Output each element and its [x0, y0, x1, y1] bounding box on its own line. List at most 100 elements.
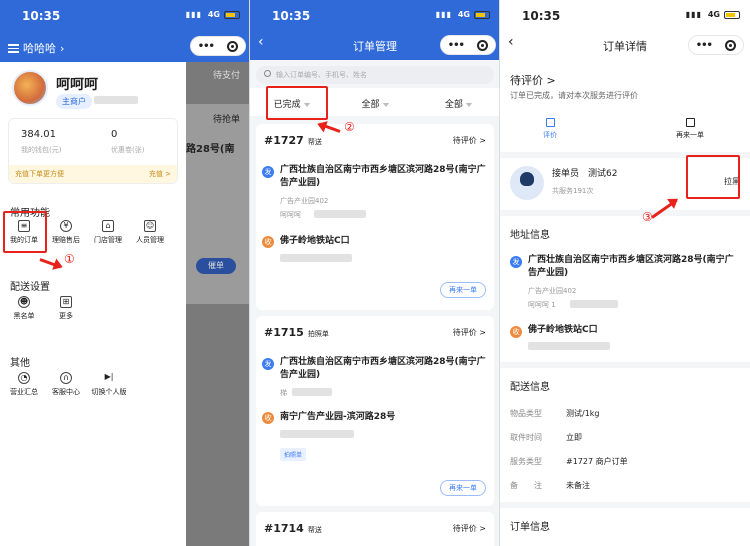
- recharge-link[interactable]: 充值 >: [149, 169, 171, 179]
- search-icon: [264, 70, 271, 77]
- courier-avatar: [510, 166, 544, 200]
- order-tag: 拍照单: [280, 448, 307, 461]
- close-miniprogram-icon[interactable]: [227, 40, 239, 52]
- shop-switcher[interactable]: 哈哈哈 ›: [8, 40, 64, 56]
- delivery-key: 物品类型: [510, 409, 542, 418]
- redacted-contact: [528, 342, 610, 350]
- courier-label: 接单员: [552, 169, 580, 179]
- section-other-title: 其他: [10, 358, 30, 369]
- menu-claims[interactable]: ¥ 理赔售后: [46, 220, 86, 245]
- menu-switch-personal[interactable]: ▶| 切换个人版: [86, 372, 132, 397]
- pending-title[interactable]: 待评价 >: [510, 72, 556, 88]
- coupon-value: 0: [111, 129, 118, 140]
- yen-icon: ¥: [60, 220, 72, 232]
- recharge-tip[interactable]: 充值下单更方便 充值 >: [9, 165, 177, 183]
- action-label: 再来一单: [676, 131, 704, 139]
- order-status[interactable]: 待评价 >: [453, 523, 486, 534]
- copy-icon: [685, 118, 695, 127]
- chevron-right-icon: ›: [60, 41, 65, 55]
- signal-icon: ▮▮▮: [185, 10, 202, 19]
- step-marker-1: ①: [64, 252, 75, 266]
- courier-name: 接单员 测试62: [552, 166, 617, 179]
- grid-icon: ⊞: [60, 296, 72, 308]
- miniprogram-capsule[interactable]: •••: [190, 36, 246, 56]
- menu-store-management[interactable]: ⌂ 门店管理: [88, 220, 128, 245]
- caret-down-icon: [465, 102, 472, 107]
- more-icon[interactable]: •••: [696, 40, 713, 51]
- store-icon: ⌂: [102, 220, 114, 232]
- side-drawer: 呵呵呵 主商户 384.01 我的钱包(元) 0 优惠卷(张) 充值下单更方便 …: [0, 62, 186, 546]
- miniprogram-capsule[interactable]: •••: [688, 35, 744, 55]
- order-info-block: 订单信息: [500, 508, 750, 546]
- step-marker-2: ②: [344, 120, 355, 134]
- signal-icon: ▮▮▮: [685, 10, 702, 19]
- search-input[interactable]: 输入订单编号、手机号、姓名: [256, 66, 494, 84]
- menu-icon: [8, 43, 19, 53]
- delivery-key: 备 注: [510, 481, 542, 490]
- signal-icon: ▮▮▮: [435, 10, 452, 19]
- sender-pin-icon: 发: [262, 166, 274, 178]
- reorder-button[interactable]: 再来一单: [440, 480, 486, 496]
- filter-label: 全部: [444, 100, 463, 110]
- sender-detail: 广告产业园402: [280, 197, 329, 205]
- order-type: 帮送: [307, 138, 322, 146]
- status-bar: 10:35 ▮▮▮ 4G: [250, 0, 499, 30]
- menu-label: 人员管理: [136, 236, 164, 244]
- delivery-value: 测试/1kg: [566, 409, 600, 418]
- step-marker-3: ③: [642, 210, 653, 224]
- reorder-button[interactable]: 再来一单: [440, 282, 486, 298]
- menu-label: 理赔售后: [52, 236, 80, 244]
- pie-chart-icon: ◔: [18, 372, 30, 384]
- order-id: #1714: [264, 522, 304, 535]
- menu-blacklist[interactable]: ☻ 黑名单: [4, 296, 44, 321]
- user-name: 呵呵呵: [56, 77, 98, 93]
- wallet-card[interactable]: 384.01 我的钱包(元) 0 优惠卷(张) 充值下单更方便 充值 >: [8, 118, 178, 184]
- status-bar: 10:35 ▮▮▮ 4G: [500, 0, 750, 30]
- more-icon[interactable]: •••: [448, 40, 465, 51]
- menu-label: 更多: [59, 312, 73, 320]
- skip-icon: ▶|: [104, 372, 114, 381]
- delivery-value: #1727 商户订单: [566, 457, 628, 466]
- address-title: 地址信息: [510, 230, 550, 241]
- behind-urge-button: 催单: [196, 258, 236, 274]
- courier-served: 共服务191次: [552, 187, 594, 195]
- order-card[interactable]: #1727 帮送 待评价 > 发 广西壮族自治区南宁市西乡塘区滨河路28号(南宁广…: [256, 124, 494, 310]
- delivery-row: 服务类型 #1727 商户订单: [510, 456, 628, 467]
- reorder-button[interactable]: 再来一单: [660, 118, 720, 140]
- more-icon[interactable]: •••: [198, 41, 215, 52]
- order-status[interactable]: 待评价 >: [453, 135, 486, 146]
- delivery-row: 备 注 未备注: [510, 480, 590, 491]
- behind-order-card: [186, 104, 249, 304]
- close-miniprogram-icon[interactable]: [725, 39, 737, 51]
- delivery-value: 立即: [566, 433, 582, 442]
- menu-more[interactable]: ⊞ 更多: [46, 296, 86, 321]
- user-role-badge: 主商户: [56, 94, 92, 109]
- review-button[interactable]: 评价: [520, 118, 580, 140]
- order-id: #1727: [264, 134, 304, 147]
- menu-staff-management[interactable]: ☺ 人员管理: [130, 220, 170, 245]
- sender-contact: 呵呵呵 1: [528, 301, 556, 309]
- behind-status: 待抢单: [212, 115, 240, 125]
- battery-icon: [224, 11, 240, 19]
- order-status[interactable]: 待评价 >: [453, 327, 486, 338]
- order-card[interactable]: #1715 拍照单 待评价 > 发 广西壮族自治区南宁市西乡塘区滨河路28号(南宁…: [256, 316, 494, 506]
- person-card-icon: ☺: [144, 220, 156, 232]
- delivery-title: 配送信息: [510, 382, 550, 393]
- menu-customer-service[interactable]: ∩ 客服中心: [46, 372, 86, 397]
- caret-down-icon: [382, 102, 389, 107]
- behind-address: 路28号(南: [186, 144, 235, 155]
- battery-icon: [724, 11, 740, 19]
- courier-name-value: 测试62: [588, 169, 618, 179]
- pending-desc: 订单已完成，请对本次服务进行评价: [510, 91, 638, 100]
- close-miniprogram-icon[interactable]: [477, 39, 489, 51]
- receiver-address: 佛子岭地铁站C口: [280, 236, 350, 246]
- filter-other[interactable]: 全部: [417, 88, 499, 116]
- filter-type[interactable]: 全部: [333, 88, 416, 116]
- menu-business-summary[interactable]: ◔ 营业汇总: [4, 372, 44, 397]
- receiver-pin-icon: 收: [262, 412, 274, 424]
- miniprogram-capsule[interactable]: •••: [440, 35, 496, 55]
- person-icon: ☻: [18, 296, 30, 308]
- order-card[interactable]: #1714 帮送 待评价 >: [256, 512, 494, 546]
- battery-icon: [474, 11, 490, 19]
- coupon-label: 优惠卷(张): [111, 146, 145, 154]
